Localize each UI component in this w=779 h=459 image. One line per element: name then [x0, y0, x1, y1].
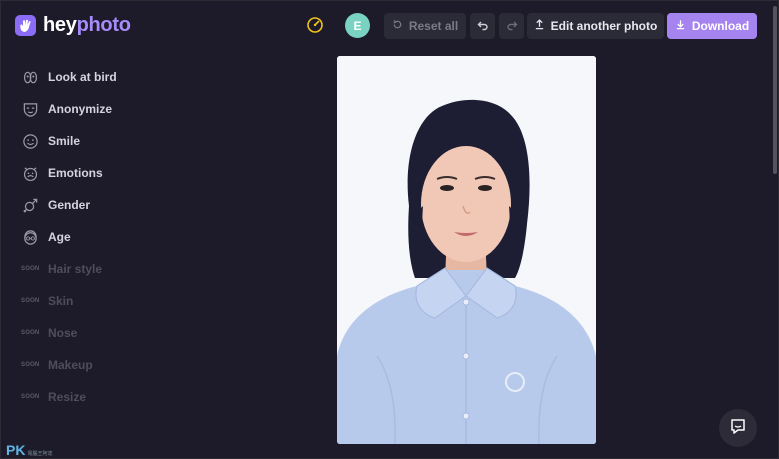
sidebar: Look at bird Anonymize Smile Emotions Ge… — [21, 61, 117, 413]
download-button[interactable]: Download — [667, 13, 757, 39]
sidebar-item-age[interactable]: Age — [21, 221, 117, 253]
scrollbar-thumb[interactable] — [773, 6, 777, 174]
sidebar-item-label: Emotions — [48, 166, 103, 180]
sidebar-item-skin: SOON Skin — [21, 285, 117, 317]
emotions-icon — [21, 164, 40, 183]
sidebar-item-nose: SOON Nose — [21, 317, 117, 349]
sidebar-item-label: Makeup — [48, 358, 93, 372]
download-icon — [675, 19, 686, 33]
sidebar-item-label: Anonymize — [48, 102, 113, 116]
reset-icon — [392, 19, 403, 33]
sidebar-item-label: Resize — [48, 390, 87, 404]
edit-another-photo-label: Edit another photo — [550, 19, 658, 33]
sidebar-item-label: Look at bird — [48, 70, 117, 84]
mask-icon — [21, 100, 40, 119]
sidebar-item-look-at-bird[interactable]: Look at bird — [21, 61, 117, 93]
sidebar-item-anonymize[interactable]: Anonymize — [21, 93, 117, 125]
hand-logo-icon — [15, 15, 36, 36]
sidebar-item-resize: SOON Resize — [21, 381, 117, 413]
scrollbar[interactable] — [771, 1, 778, 458]
upload-icon — [534, 19, 545, 33]
chat-icon — [729, 417, 747, 440]
reset-all-button[interactable]: Reset all — [384, 13, 466, 39]
gender-icon — [21, 196, 40, 215]
sidebar-item-label: Skin — [48, 294, 74, 308]
soon-badge: SOON — [21, 362, 40, 368]
portrait-photo — [337, 56, 596, 444]
sidebar-item-label: Nose — [48, 326, 78, 340]
avatar[interactable]: E — [345, 13, 370, 38]
soon-badge: SOON — [21, 266, 40, 272]
undo-icon — [477, 19, 489, 34]
logo-text: heyphoto — [43, 14, 131, 36]
sidebar-item-label: Gender — [48, 198, 91, 212]
logo[interactable]: heyphoto — [15, 14, 131, 37]
sidebar-item-gender[interactable]: Gender — [21, 189, 117, 221]
speedometer-icon[interactable] — [306, 16, 324, 34]
sidebar-item-hair-style: SOON Hair style — [21, 253, 117, 285]
sidebar-item-makeup: SOON Makeup — [21, 349, 117, 381]
redo-icon — [506, 19, 518, 34]
sidebar-item-label: Age — [48, 230, 71, 244]
watermark-text: 電腦王阿達 — [27, 451, 53, 457]
soon-badge: SOON — [21, 298, 40, 304]
edit-another-photo-button[interactable]: Edit another photo — [527, 13, 664, 39]
sidebar-item-label: Hair style — [48, 262, 103, 276]
undo-button[interactable] — [470, 13, 495, 39]
download-label: Download — [691, 19, 750, 33]
watermark: PK 電腦王阿達 — [6, 443, 52, 457]
smile-icon — [21, 132, 40, 151]
chat-button[interactable] — [719, 409, 757, 447]
soon-badge: SOON — [21, 330, 40, 336]
sidebar-item-smile[interactable]: Smile — [21, 125, 117, 157]
reset-all-label: Reset all — [408, 19, 459, 33]
soon-badge: SOON — [21, 394, 40, 400]
age-icon — [21, 228, 40, 247]
redo-button[interactable] — [499, 13, 524, 39]
sidebar-item-label: Smile — [48, 134, 81, 148]
app-window: heyphoto E Reset all Edit another photo — [0, 0, 779, 459]
bird-eyes-icon — [21, 68, 40, 87]
watermark-logo: PK — [6, 442, 26, 458]
sidebar-item-emotions[interactable]: Emotions — [21, 157, 117, 189]
